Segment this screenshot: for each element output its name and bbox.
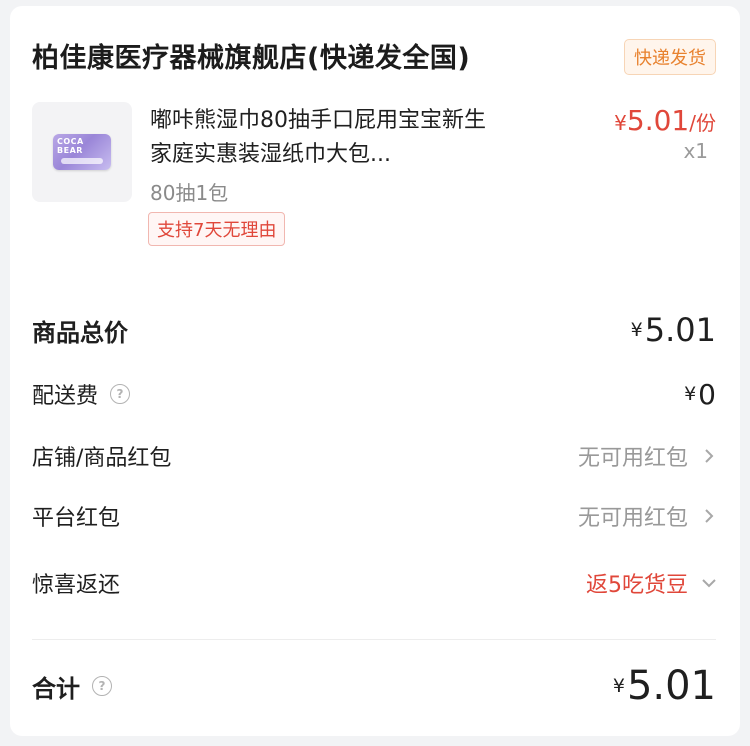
pack-brand-text: COCA BEAR — [57, 137, 84, 155]
surprise-return-label: 惊喜返还 — [32, 573, 121, 598]
price-value: 5.01 — [626, 104, 690, 137]
order-card: 柏佳康医疗器械旗舰店(快递发全国) 快递发货 COCA BEAR 嘟咔熊湿巾80… — [10, 6, 740, 736]
delivery-fee-label-wrap: 配送费 ? — [32, 378, 131, 410]
product-image[interactable]: COCA BEAR — [32, 102, 132, 202]
chevron-right-icon — [705, 449, 714, 463]
price-currency: ¥ — [614, 111, 627, 135]
pack-stripe — [61, 158, 103, 164]
delivery-value: 0 — [698, 377, 716, 411]
subtotal-row: 商品总价 ¥5.01 — [32, 308, 716, 352]
shop-coupon-value-wrap: 无可用红包 — [578, 440, 716, 472]
platform-coupon-value-wrap: 无可用红包 — [578, 500, 716, 532]
platform-coupon-value: 无可用红包 — [577, 506, 688, 531]
shop-coupon-label: 店铺/商品红包 — [32, 446, 172, 471]
return-policy-badge: 支持7天无理由 — [148, 212, 286, 246]
subtotal-label: 商品总价 — [32, 318, 128, 347]
platform-coupon-row[interactable]: 平台红包 无可用红包 — [32, 496, 716, 536]
platform-coupon-label: 平台红包 — [32, 506, 121, 531]
total-row: 合计 ? ¥5.01 — [32, 658, 716, 714]
delivery-fee-row: 配送费 ? ¥0 — [32, 374, 716, 414]
divider — [32, 639, 716, 640]
product-name[interactable]: 嘟咔熊湿巾80抽手口屁用宝宝新生家庭实惠装湿纸巾大包... — [150, 104, 500, 172]
delivery-fee-amount: ¥0 — [684, 378, 716, 411]
total-value: 5.01 — [626, 663, 716, 709]
product-price: ¥5.01/份 — [614, 104, 716, 137]
surprise-return-value-wrap: 返5吃货豆 — [586, 567, 716, 599]
question-circle-icon[interactable]: ? — [92, 676, 112, 696]
shop-coupon-row[interactable]: 店铺/商品红包 无可用红包 — [32, 436, 716, 476]
chevron-right-icon — [705, 509, 714, 523]
delivery-fee-label: 配送费 — [32, 384, 99, 409]
subtotal-value: 5.01 — [644, 311, 716, 349]
chevron-down-icon — [702, 579, 716, 588]
shop-name[interactable]: 柏佳康医疗器械旗舰店(快递发全国) — [32, 36, 470, 75]
price-unit: /份 — [689, 111, 716, 135]
subtotal-currency: ¥ — [630, 319, 643, 341]
shop-coupon-value: 无可用红包 — [577, 446, 688, 471]
wet-wipes-pack-image: COCA BEAR — [53, 134, 111, 170]
question-circle-icon[interactable]: ? — [110, 384, 131, 404]
total-label: 合计 — [32, 674, 80, 703]
product-spec: 80抽1包 — [150, 181, 229, 205]
shipping-tag: 快递发货 — [624, 39, 716, 75]
surprise-return-row[interactable]: 惊喜返还 返5吃货豆 — [32, 563, 716, 603]
subtotal-amount: ¥5.01 — [631, 311, 716, 349]
product-quantity: x1 — [683, 139, 708, 163]
delivery-currency: ¥ — [684, 383, 697, 405]
total-currency: ¥ — [612, 675, 625, 697]
surprise-return-value: 返5吃货豆 — [586, 573, 688, 598]
total-label-wrap: 合计 ? — [32, 669, 112, 704]
total-amount: ¥5.01 — [613, 663, 716, 709]
